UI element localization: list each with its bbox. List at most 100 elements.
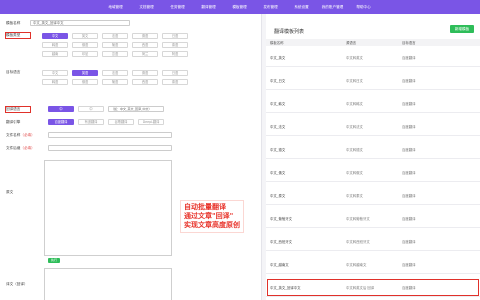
type-option[interactable]: 日语 <box>162 33 188 39</box>
type-option[interactable]: 葡语 <box>102 42 128 48</box>
cell-template-name: 中文_英文 <box>270 55 286 60</box>
table-row[interactable]: 中文_韩文 中文转韩文 百度翻译 <box>266 94 480 113</box>
target-language-row: 目标语言 <box>6 70 30 75</box>
type-option[interactable]: 西语 <box>132 42 158 48</box>
add-template-button[interactable]: 新增模板 <box>450 25 474 33</box>
type-option[interactable]: 泰语 <box>162 42 188 48</box>
target-option[interactable]: 葡语 <box>102 79 128 85</box>
original-text-row: 原文 <box>6 190 30 195</box>
cell-template-name: 中文_英文_回译中文 <box>270 285 301 290</box>
cell-target: 百度翻译 <box>402 193 416 198</box>
cell-source: 中文转泰文 <box>346 193 363 198</box>
type-option[interactable]: 意语 <box>102 51 128 57</box>
cell-target: 百度翻译 <box>402 78 416 83</box>
type-option[interactable]: 阿语 <box>162 51 188 57</box>
nav-item-3[interactable]: 任务管理 <box>162 5 193 10</box>
cell-source: 中文转韩文 <box>346 101 363 106</box>
target-option[interactable]: 韩语 <box>42 79 68 85</box>
file-suffix-row: 文件后缀（必填） <box>6 145 172 151</box>
target-option[interactable]: 日语 <box>162 70 188 76</box>
translated-text-area[interactable] <box>44 268 172 300</box>
type-option[interactable]: 中文 <box>42 33 68 39</box>
cell-template-name: 中文_法文 <box>270 124 286 129</box>
table-header: 模板名称 源语言 目标语言 <box>266 39 480 46</box>
table-row[interactable]: 中文_泰文 中文转泰文 百度翻译 <box>266 186 480 205</box>
target-option[interactable]: 德语 <box>132 70 158 76</box>
type-option[interactable]: 德语 <box>132 33 158 39</box>
nav-item-2[interactable]: 文档管理 <box>131 5 162 10</box>
original-text-label: 原文 <box>6 190 14 194</box>
back-translate-hint: （如：中文_英文_回译_中文） <box>108 106 164 112</box>
template-edit-form: 模板名称 中文_英文_回译中文 模板类型 中文 英文 法语 德语 日语 韩语 俄… <box>0 14 262 300</box>
nav-item-8[interactable]: 我的账户管理 <box>317 5 348 10</box>
cell-source: 中文转英文后 回译 <box>346 285 375 290</box>
back-translate-row: 回译语言 中 中 （如：中文_英文_回译_中文） <box>4 105 164 113</box>
type-option[interactable]: 法语 <box>102 33 128 39</box>
column-header-source: 源语言 <box>346 41 357 45</box>
type-option[interactable]: 越南 <box>42 51 68 57</box>
table-row[interactable]: 中文_日文 中文转日文 百度翻译 <box>266 71 480 90</box>
cell-target: 百度翻译 <box>402 170 416 175</box>
table-row[interactable]: 中文_西班牙文 中文转西班牙文 百度翻译 <box>266 232 480 251</box>
target-option[interactable]: 法语 <box>102 70 128 76</box>
cell-template-name: 中文_越南文 <box>270 262 289 267</box>
cell-template-name: 中文_韩文 <box>270 101 286 106</box>
nav-item-4[interactable]: 翻译管理 <box>193 5 224 10</box>
cell-template-name: 中文_俄文 <box>270 170 286 175</box>
nav-item-5[interactable]: 模板管理 <box>224 5 255 10</box>
file-name-input[interactable] <box>48 132 172 138</box>
template-list-panel: 翻译模板列表 新增模板 模板名称 源语言 目标语言 中文_英文 中文转英文 百度翻译… <box>266 14 480 300</box>
type-option[interactable]: 英文 <box>72 33 98 39</box>
target-option[interactable]: 西语 <box>132 79 158 85</box>
engine-option[interactable]: 百度翻译 <box>48 119 74 125</box>
table-row[interactable]: 中文_法文 中文转法文 百度翻译 <box>266 117 480 136</box>
cell-target: 百度翻译 <box>402 101 416 106</box>
engine-option[interactable]: DeepL翻译 <box>138 119 164 125</box>
table-row[interactable]: 中文_越南文 中文转越南文 百度翻译 <box>266 255 480 274</box>
cell-source: 中文转德文 <box>346 147 363 152</box>
cell-target: 百度翻译 <box>402 147 416 152</box>
nav-item-1[interactable]: 地域管理 <box>100 5 131 10</box>
type-option[interactable]: 印尼 <box>72 51 98 57</box>
cell-target: 百度翻译 <box>402 262 416 267</box>
template-type-options: 中文 英文 法语 德语 日语 韩语 俄语 葡语 西语 泰语 越南 印尼 意语 荷… <box>42 33 188 57</box>
file-suffix-input[interactable] <box>48 145 172 151</box>
template-type-label: 模板类型 <box>4 31 32 40</box>
translated-text-label: 译文（回译） <box>6 282 28 286</box>
original-text-area[interactable] <box>44 160 172 256</box>
engine-option[interactable]: 有道翻译 <box>78 119 104 125</box>
type-option[interactable]: 韩语 <box>42 42 68 48</box>
file-suffix-label: 文件后缀（必填） <box>6 145 35 150</box>
engine-option[interactable]: 谷歌翻译 <box>108 119 134 125</box>
type-option[interactable]: 荷兰 <box>132 51 158 57</box>
type-option[interactable]: 俄语 <box>72 42 98 48</box>
back-translate-middle[interactable]: 中 <box>78 106 104 112</box>
top-navbar: 地域管理 文档管理 任务管理 翻译管理 模板管理 发布管理 系统设置 我的账户管… <box>0 0 480 14</box>
table-row[interactable]: 中文_葡萄牙文 中文转葡萄牙文 百度翻译 <box>266 209 480 228</box>
template-name-input[interactable]: 中文_英文_回译中文 <box>30 20 130 26</box>
cell-template-name: 中文_日文 <box>270 78 286 83</box>
cell-target: 百度翻译 <box>402 285 416 290</box>
file-name-label: 文件名称（必填） <box>6 132 35 137</box>
nav-item-9[interactable]: 帮助中心 <box>348 5 379 10</box>
nav-item-6[interactable]: 发布管理 <box>255 5 286 10</box>
apply-button-1[interactable]: 执行 <box>48 258 60 263</box>
table-row[interactable]: 中文_俄文 中文转俄文 百度翻译 <box>266 163 480 182</box>
cell-source: 中文转葡萄牙文 <box>346 216 370 221</box>
target-option[interactable]: 英语 <box>72 70 98 76</box>
table-row[interactable]: 中文_英文 中文转英文 百度翻译 <box>266 48 480 67</box>
target-language-options: 中文 英语 法语 德语 日语 韩语 俄语 葡语 西语 泰语 <box>42 70 188 85</box>
target-option[interactable]: 中文 <box>42 70 68 76</box>
table-row[interactable]: 中文_德文 中文转德文 百度翻译 <box>266 140 480 159</box>
target-option[interactable]: 泰语 <box>162 79 188 85</box>
target-option[interactable]: 俄语 <box>72 79 98 85</box>
engine-row: 翻译引擎 百度翻译 有道翻译 谷歌翻译 DeepL翻译 <box>6 119 164 125</box>
table-row[interactable]: 中文_英文_回译中文 中文转英文后 回译 百度翻译 <box>266 278 480 297</box>
cell-source: 中文转日文 <box>346 78 363 83</box>
cell-template-name: 中文_德文 <box>270 147 286 152</box>
template-name-row: 模板名称 中文_英文_回译中文 <box>6 20 130 26</box>
back-translate-selected[interactable]: 中 <box>48 106 74 112</box>
cell-source: 中文转俄文 <box>346 170 363 175</box>
template-type-row: 模板类型 <box>4 31 32 40</box>
nav-item-7[interactable]: 系统设置 <box>286 5 317 10</box>
